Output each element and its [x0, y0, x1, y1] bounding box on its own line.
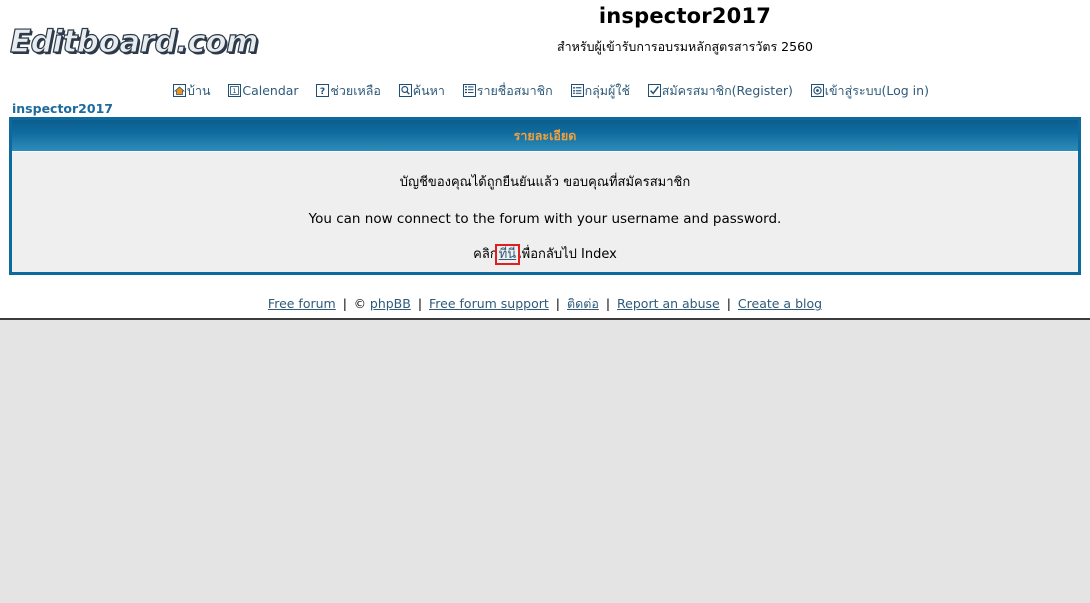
search-icon: [398, 84, 412, 97]
svg-text:?: ?: [320, 87, 325, 97]
main-navigation: บ้าน 1 Calendar ? ช่วยเหลือ ค้นหา รายชื่…: [0, 82, 1090, 104]
board-title-block: inspector2017 สำหรับผู้เข้ารับการอบรมหลั…: [420, 4, 950, 54]
svg-text:1: 1: [233, 87, 237, 95]
footer-separator: |: [726, 296, 731, 311]
page-shell: Editboard.com inspector2017 สำหรับผู้เข้…: [0, 0, 1090, 320]
return-suffix-text: เพื่อกลับไป Index: [517, 246, 617, 262]
panel-title-bar: รายละเอียด: [12, 120, 1078, 152]
return-prefix-text: คลิก: [473, 246, 498, 262]
footer-links: Free forum | © phpBB | Free forum suppor…: [0, 294, 1090, 314]
nav-item-home[interactable]: บ้าน: [173, 82, 211, 100]
here-link[interactable]: ที่นี่: [494, 243, 521, 265]
nav-label: บ้าน: [187, 83, 211, 98]
copyright-symbol: ©: [353, 297, 366, 311]
board-description: สำหรับผู้เข้ารับการอบรมหลักสูตรสารวัตร 2…: [557, 39, 813, 55]
usergroups-icon: [570, 84, 584, 97]
nav-label: เข้าสู่ระบบ(Log in): [824, 83, 929, 98]
nav-item-memberlist[interactable]: รายชื่อสมาชิก: [462, 82, 553, 100]
nav-label: ช่วยเหลือ: [330, 83, 381, 98]
confirmation-message-english: You can now connect to the forum with yo…: [308, 210, 782, 227]
return-to-index-line: คลิกที่นี่เพื่อกลับไป Index: [32, 243, 1058, 265]
footer-link-contact[interactable]: ติดต่อ: [567, 296, 599, 311]
breadcrumb[interactable]: inspector2017: [12, 101, 113, 116]
footer-link-create-blog[interactable]: Create a blog: [738, 296, 822, 311]
nav-label: สมัครสมาชิก(Register): [661, 83, 793, 98]
nav-label: Calendar: [242, 83, 299, 98]
nav-item-help[interactable]: ? ช่วยเหลือ: [316, 82, 381, 100]
site-header: Editboard.com inspector2017 สำหรับผู้เข้…: [0, 0, 1090, 82]
footer-link-free-forum-support[interactable]: Free forum support: [429, 296, 549, 311]
nav-item-calendar[interactable]: 1 Calendar: [228, 82, 299, 100]
editboard-logo: Editboard.com: [9, 23, 259, 60]
nav-label: ค้นหา: [412, 83, 445, 98]
footer-separator: |: [417, 296, 423, 311]
details-panel: รายละเอียด บัญชีของคุณได้ถูกยืนยันแล้ว ข…: [9, 117, 1081, 275]
register-check-icon: [647, 84, 661, 97]
login-icon: [810, 84, 824, 97]
footer-link-free-forum[interactable]: Free forum: [268, 296, 336, 311]
nav-label: กลุ่มผู้ใช้: [584, 83, 630, 98]
nav-item-register[interactable]: สมัครสมาชิก(Register): [647, 82, 793, 100]
confirmation-message-thai: บัญชีของคุณได้ถูกยืนยันแล้ว ขอบคุณที่สมั…: [399, 175, 691, 190]
panel-body: บัญชีของคุณได้ถูกยืนยันแล้ว ขอบคุณที่สมั…: [12, 152, 1078, 272]
footer-separator: |: [555, 296, 560, 311]
help-question-icon: ?: [316, 84, 330, 97]
nav-label: รายชื่อสมาชิก: [476, 83, 553, 98]
footer-link-phpbb[interactable]: phpBB: [370, 296, 411, 311]
home-icon: [173, 84, 187, 97]
nav-item-usergroups[interactable]: กลุ่มผู้ใช้: [570, 82, 630, 100]
footer-separator: |: [605, 296, 611, 311]
calendar-icon: 1: [228, 84, 242, 97]
memberlist-icon: [462, 84, 476, 97]
footer-separator: |: [342, 296, 347, 311]
page-title: inspector2017: [598, 4, 772, 28]
nav-item-search[interactable]: ค้นหา: [398, 82, 445, 100]
footer-link-report-abuse[interactable]: Report an abuse: [617, 296, 720, 311]
nav-item-login[interactable]: เข้าสู่ระบบ(Log in): [810, 82, 929, 100]
